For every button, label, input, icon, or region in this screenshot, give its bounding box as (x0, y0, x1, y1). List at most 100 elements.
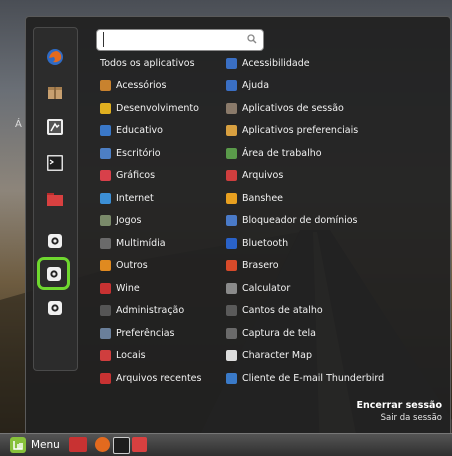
category-label: Multimídia (116, 237, 166, 249)
session-panel[interactable]: Encerrar sessão Sair da sessão (357, 400, 442, 423)
app-item[interactable]: Área de trabalho (226, 145, 322, 161)
app-item[interactable]: Captura de tela (226, 325, 316, 341)
app-label: Captura de tela (242, 327, 316, 339)
category-item[interactable]: Jogos (100, 213, 141, 229)
app-item[interactable]: Calculator (226, 280, 290, 296)
thunderbird-icon (226, 372, 237, 384)
app-label: Bluetooth (242, 237, 289, 249)
category-item[interactable]: Desenvolvimento (100, 100, 199, 116)
category-label: Desenvolvimento (116, 102, 199, 114)
domain-blocker-icon (226, 215, 237, 226)
category-item[interactable]: Educativo (100, 123, 163, 139)
desktop-icon (226, 147, 237, 159)
app-label: Aplicativos preferenciais (242, 125, 359, 136)
bluetooth-icon (226, 237, 237, 249)
development-icon (100, 102, 111, 114)
fav-logout-selected[interactable] (37, 257, 70, 290)
fav-home-folder[interactable] (43, 187, 67, 211)
logout-icon (46, 266, 61, 281)
fav-package-manager[interactable] (43, 80, 67, 104)
wine-icon (100, 282, 111, 294)
taskbar: Menu (0, 433, 452, 456)
app-item[interactable]: Cliente de E-mail Thunderbird (226, 370, 384, 386)
desktop-label: Á (15, 119, 22, 130)
menu-button[interactable]: Menu (10, 436, 60, 454)
app-label: Banshee (242, 192, 284, 204)
app-label: Cantos de atalho (242, 305, 323, 316)
banshee-icon (226, 192, 237, 204)
category-label: Internet (116, 192, 154, 204)
app-label: Ajuda (242, 80, 270, 91)
games-icon (100, 215, 111, 226)
search-input[interactable] (103, 32, 234, 47)
accessories-icon (100, 80, 111, 91)
category-item[interactable]: Administração (100, 303, 184, 319)
shutdown-icon (48, 301, 62, 315)
places-icon (100, 350, 111, 361)
category-label: Todos os aplicativos (100, 57, 195, 69)
app-label: Brasero (242, 260, 279, 271)
package-icon (48, 87, 62, 99)
app-label: Calculator (242, 282, 291, 294)
app-item[interactable]: Arquivos (226, 168, 283, 184)
multimedia-icon (100, 237, 111, 249)
recent-files-icon (100, 372, 111, 384)
session-title: Encerrar sessão (356, 400, 442, 411)
category-item[interactable]: Todos os aplicativos (100, 55, 195, 71)
category-item[interactable]: Locais (100, 348, 146, 364)
app-label: Área de trabalho (242, 147, 322, 159)
taskbar-firefox-icon[interactable] (95, 437, 110, 452)
app-label: Arquivos (242, 170, 284, 181)
app-item[interactable]: Aplicativos preferenciais (226, 123, 358, 139)
category-item[interactable]: Escritório (100, 145, 161, 161)
accessibility-icon (226, 57, 237, 69)
app-item[interactable]: Brasero (226, 258, 279, 274)
education-icon (100, 125, 111, 136)
taskbar-show-desktop[interactable] (69, 437, 87, 452)
category-item[interactable]: Arquivos recentes (100, 370, 201, 386)
firefox-icon (47, 49, 63, 65)
app-item[interactable]: Ajuda (226, 78, 269, 94)
screenshot-icon (226, 327, 237, 339)
app-item[interactable]: Character Map (226, 348, 312, 364)
others-icon (100, 260, 111, 271)
search-box (96, 29, 264, 51)
category-label: Arquivos recentes (116, 372, 202, 384)
app-label: Bloqueador de domínios (242, 215, 358, 226)
fav-terminal[interactable] (43, 151, 67, 175)
app-item[interactable]: Acessibilidade (226, 55, 310, 71)
fav-lock-screen[interactable] (43, 229, 67, 253)
administration-icon (100, 305, 111, 316)
hot-corners-icon (226, 305, 237, 316)
category-item[interactable]: Acessórios (100, 78, 166, 94)
category-label: Administração (116, 305, 185, 316)
menu-label: Menu (31, 439, 60, 451)
folder-icon (47, 193, 63, 206)
app-item[interactable]: Aplicativos de sessão (226, 100, 344, 116)
category-label: Outros (116, 260, 148, 271)
app-label: Cliente de E-mail Thunderbird (242, 372, 385, 384)
internet-icon (100, 192, 111, 204)
category-label: Educativo (116, 125, 163, 136)
fav-settings[interactable] (43, 115, 67, 139)
category-item[interactable]: Outros (100, 258, 148, 274)
category-item[interactable]: Preferências (100, 325, 175, 341)
category-item[interactable]: Internet (100, 190, 154, 206)
session-subtitle: Sair da sessão (380, 413, 442, 423)
app-item[interactable]: Bloqueador de domínios (226, 213, 358, 229)
mint-logo-icon (10, 437, 26, 453)
favorites-panel (33, 27, 78, 371)
taskbar-terminal-icon[interactable] (113, 437, 130, 454)
fav-shutdown[interactable] (43, 296, 67, 320)
app-item[interactable]: Cantos de atalho (226, 303, 323, 319)
category-label: Escritório (116, 147, 161, 159)
category-item[interactable]: Wine (100, 280, 140, 296)
category-item[interactable]: Multimídia (100, 235, 166, 251)
category-label: Locais (116, 350, 146, 361)
app-item[interactable]: Banshee (226, 190, 283, 206)
category-item[interactable]: Gráficos (100, 168, 155, 184)
fav-firefox[interactable] (43, 45, 67, 69)
taskbar-folder-icon[interactable] (132, 437, 147, 452)
app-item[interactable]: Bluetooth (226, 235, 288, 251)
settings-icon (47, 119, 63, 135)
